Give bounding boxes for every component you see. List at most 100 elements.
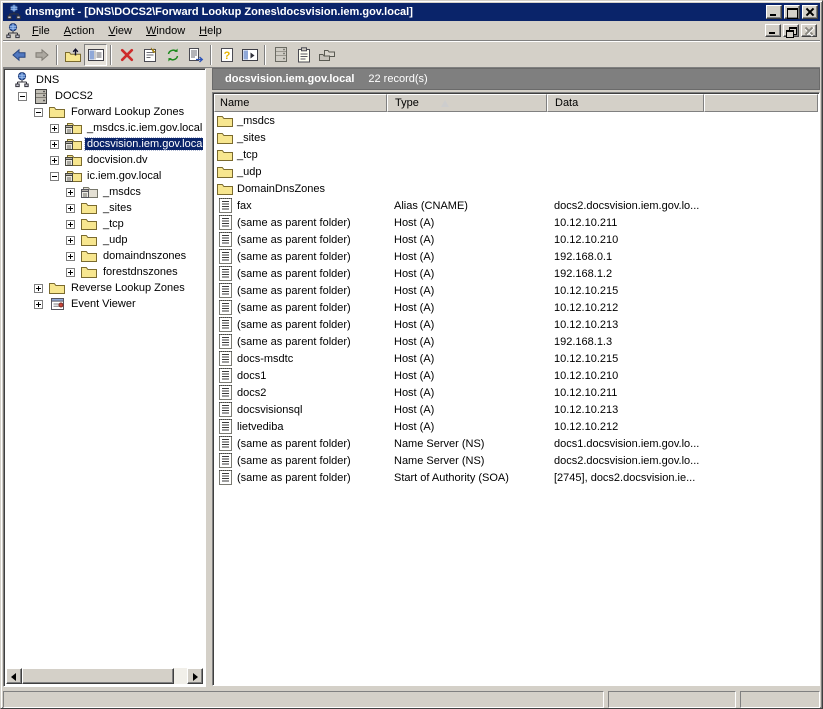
table-row[interactable]: (same as parent folder)Host (A)192.168.1… <box>214 333 818 350</box>
table-row[interactable]: docs1Host (A)10.12.10.210 <box>214 367 818 384</box>
help-icon[interactable]: ? <box>215 44 238 66</box>
record-icon <box>216 283 234 298</box>
table-row[interactable]: docsvisionsqlHost (A)10.12.10.213 <box>214 401 818 418</box>
back-icon[interactable] <box>7 44 30 66</box>
column-header-empty[interactable] <box>704 94 818 112</box>
close-button[interactable] <box>802 5 818 19</box>
table-row[interactable]: _msdcs <box>214 112 818 129</box>
tree-item-docvision-dv[interactable]: docvision.dv <box>6 152 203 168</box>
properties-icon[interactable] <box>138 44 161 66</box>
menu-view[interactable]: View <box>101 23 139 39</box>
menu-file[interactable]: File <box>25 23 57 39</box>
server-icon[interactable] <box>269 44 292 66</box>
tree-item-tcp[interactable]: _tcp <box>6 216 203 232</box>
result-pane: docsvision.iem.gov.local 22 record(s) Na… <box>212 68 820 687</box>
column-headers: Name Type Data <box>214 94 818 112</box>
table-row[interactable]: (same as parent folder)Host (A)10.12.10.… <box>214 231 818 248</box>
scroll-right-arrow-icon[interactable] <box>187 668 203 684</box>
table-row[interactable]: lietvedibaHost (A)10.12.10.212 <box>214 418 818 435</box>
forward-icon[interactable] <box>30 44 53 66</box>
expand-plus-icon[interactable] <box>66 204 75 213</box>
tree-item-reverse-lookup-zones[interactable]: Reverse Lookup Zones <box>6 280 203 296</box>
tree-item-msdcs-ic-iem-gov-local[interactable]: _msdcs.ic.iem.gov.local <box>6 120 203 136</box>
table-row[interactable]: (same as parent folder)Host (A)10.12.10.… <box>214 282 818 299</box>
record-icon <box>216 385 234 400</box>
record-name: (same as parent folder) <box>237 319 351 331</box>
tree-item-event-viewer[interactable]: Event Viewer <box>6 296 203 312</box>
refresh-icon[interactable] <box>161 44 184 66</box>
table-row[interactable]: (same as parent folder)Host (A)10.12.10.… <box>214 299 818 316</box>
expand-plus-icon[interactable] <box>66 220 75 229</box>
tree-item-forestdnszones[interactable]: forestdnszones <box>6 264 203 280</box>
expand-plus-icon[interactable] <box>34 284 43 293</box>
record-data: docs2.docsvision.iem.gov.lo... <box>547 200 704 212</box>
mdi-minimize-button[interactable] <box>765 24 781 37</box>
table-row[interactable]: _tcp <box>214 146 818 163</box>
mdi-close-button[interactable] <box>801 24 817 37</box>
scrollbar-thumb[interactable] <box>22 668 174 684</box>
toolbar-separator <box>110 45 112 65</box>
table-row[interactable]: (same as parent folder)Name Server (NS)d… <box>214 452 818 469</box>
table-row[interactable]: (same as parent folder)Start of Authorit… <box>214 469 818 486</box>
delete-icon[interactable] <box>115 44 138 66</box>
collapse-minus-icon[interactable] <box>34 108 43 117</box>
tree-item-msdcs[interactable]: _msdcs <box>6 184 203 200</box>
tree-item-forward-lookup-zones[interactable]: Forward Lookup Zones <box>6 104 203 120</box>
column-header-data[interactable]: Data <box>547 94 704 112</box>
column-header-name[interactable]: Name <box>214 94 387 112</box>
record-data: 10.12.10.213 <box>547 404 704 416</box>
expand-plus-icon[interactable] <box>50 156 59 165</box>
tree-item-docs2[interactable]: DOCS2 <box>6 88 203 104</box>
dns-app-icon <box>6 4 22 20</box>
export-list-icon[interactable] <box>184 44 207 66</box>
table-row[interactable]: docs2Host (A)10.12.10.211 <box>214 384 818 401</box>
mdi-restore-button[interactable] <box>783 24 799 37</box>
expand-plus-icon[interactable] <box>66 236 75 245</box>
show-hide-console-tree-icon[interactable] <box>84 44 107 66</box>
table-row[interactable]: (same as parent folder)Host (A)10.12.10.… <box>214 214 818 231</box>
minimize-button[interactable] <box>766 5 782 19</box>
menu-action[interactable]: Action <box>57 23 102 39</box>
expand-plus-icon[interactable] <box>50 124 59 133</box>
table-row[interactable]: (same as parent folder)Host (A)10.12.10.… <box>214 316 818 333</box>
titlebar[interactable]: dnsmgmt - [DNS\DOCS2\Forward Lookup Zone… <box>3 3 820 21</box>
folder-icon <box>216 148 234 162</box>
table-row[interactable]: (same as parent folder)Host (A)192.168.1… <box>214 265 818 282</box>
collapse-minus-icon[interactable] <box>18 92 27 101</box>
table-row[interactable]: _sites <box>214 129 818 146</box>
expand-plus-icon[interactable] <box>34 300 43 309</box>
tree-item-sites[interactable]: _sites <box>6 200 203 216</box>
menu-help[interactable]: Help <box>192 23 229 39</box>
mdi-system-icon[interactable] <box>5 23 21 39</box>
table-row[interactable]: (same as parent folder)Name Server (NS)d… <box>214 435 818 452</box>
table-row[interactable]: DomainDnsZones <box>214 180 818 197</box>
clipboard-icon[interactable] <box>292 44 315 66</box>
expand-plus-icon[interactable] <box>66 188 75 197</box>
tree-item-domaindnszones[interactable]: domaindnszones <box>6 248 203 264</box>
folders-icon[interactable] <box>315 44 338 66</box>
record-type: Host (A) <box>387 302 547 314</box>
tree-horizontal-scrollbar[interactable] <box>6 668 203 684</box>
tree-item-ic-iem-gov-local[interactable]: ic.iem.gov.local <box>6 168 203 184</box>
table-row[interactable]: faxAlias (CNAME)docs2.docsvision.iem.gov… <box>214 197 818 214</box>
record-icon <box>216 453 234 468</box>
tree-item-docsvision-iem-gov-local[interactable]: docsvision.iem.gov.local <box>6 136 203 152</box>
table-row[interactable]: docs-msdtcHost (A)10.12.10.215 <box>214 350 818 367</box>
tree-item-udp[interactable]: _udp <box>6 232 203 248</box>
menu-window[interactable]: Window <box>139 23 192 39</box>
table-row[interactable]: (same as parent folder)Host (A)192.168.0… <box>214 248 818 265</box>
record-name: (same as parent folder) <box>237 285 351 297</box>
table-row[interactable]: _udp <box>214 163 818 180</box>
scroll-left-arrow-icon[interactable] <box>6 668 22 684</box>
record-icon <box>216 351 234 366</box>
expand-plus-icon[interactable] <box>50 140 59 149</box>
show-action-pane-icon[interactable] <box>238 44 261 66</box>
maximize-button[interactable] <box>784 5 800 19</box>
collapse-minus-icon[interactable] <box>50 172 59 181</box>
expand-plus-icon[interactable] <box>66 268 75 277</box>
expand-plus-icon[interactable] <box>66 252 75 261</box>
column-header-type[interactable]: Type <box>387 94 547 112</box>
up-one-level-icon[interactable] <box>61 44 84 66</box>
record-name: (same as parent folder) <box>237 234 351 246</box>
tree-item-dns[interactable]: DNS <box>6 72 203 88</box>
